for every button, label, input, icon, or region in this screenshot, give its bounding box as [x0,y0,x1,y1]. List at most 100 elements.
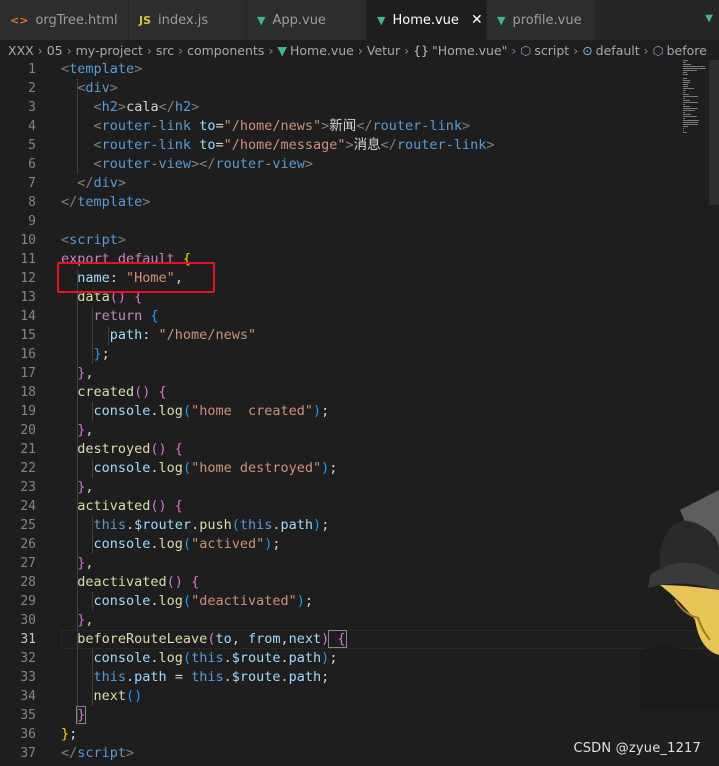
breadcrumb-item[interactable]: ⊙ default [582,43,639,58]
code-line[interactable]: 10 <script> [0,231,719,250]
breadcrumb-item[interactable]: {} "Home.vue" [413,43,507,58]
code-line[interactable]: 18 created() { [0,383,719,402]
code-token: script [77,745,127,761]
code-token: > [461,118,471,134]
breadcrumb-item[interactable]: src [156,43,174,58]
code-token: , [85,555,94,571]
code-line[interactable]: 19 console.log("home created"); [0,402,719,421]
minimap-line [683,128,684,129]
breadcrumb-item[interactable]: ▼ Home.vue [277,43,354,58]
code-token: > [117,175,127,191]
code-line[interactable]: 20 }, [0,421,719,440]
code-line[interactable]: 17 }, [0,364,719,383]
breadcrumb-item[interactable]: my-project [76,43,143,58]
code-token: 新闻 [329,118,357,134]
code-line[interactable]: 21 destroyed() { [0,440,719,459]
code-text: console.log(this.$route.path); [61,649,338,668]
cube-icon: ⬡ [520,42,532,58]
breadcrumb-label: "Home.vue" [432,42,508,58]
code-line[interactable]: 3 <h2>cala</h2> [0,98,719,117]
code-token: { [150,308,159,324]
line-number: 31 [20,632,36,647]
code-line[interactable]: 1 <template> [0,60,719,79]
breadcrumb-item[interactable]: Vetur [367,43,400,58]
code-line[interactable]: 4 <router-link to="/home/news">新闻</route… [0,117,719,136]
code-line[interactable]: 31 beforeRouteLeave(to, from,next) { [0,630,719,649]
breadcrumb-item[interactable]: ⬡ script [520,43,569,58]
close-tab-icon[interactable]: ✕ [471,12,483,28]
code-text: console.log("deactivated"); [61,592,314,611]
code-token: > [117,232,127,248]
minimap[interactable] [683,60,707,140]
code-line[interactable]: 5 <router-link to="/home/message">消息</ro… [0,136,719,155]
code-line[interactable]: 24 activated() { [0,497,719,516]
code-token: console [61,536,151,552]
tab-home-vue[interactable]: ▼ Home.vue ✕ [367,0,487,40]
tab-app-vue[interactable]: ▼ App.vue [247,0,367,40]
code-token: . [150,536,159,552]
method-icon: ⬡ [652,42,664,58]
code-line[interactable]: 6 <router-view></router-view> [0,155,719,174]
code-line[interactable]: 25 this.$router.push(this.path); [0,516,719,535]
code-line[interactable]: 26 console.log("actived"); [0,535,719,554]
code-line[interactable]: 27 }, [0,554,719,573]
code-line[interactable]: 34 next() [0,687,719,706]
vue-icon[interactable]: ▼ [705,11,713,26]
code-line[interactable]: 2 <div> [0,79,719,98]
code-token: </ [380,137,397,153]
code-line[interactable]: 14 return { [0,307,719,326]
code-token: < [61,61,70,77]
code-token: { [328,630,347,648]
code-token: > [134,61,143,77]
line-number: 18 [20,385,36,400]
code-token: ) [313,517,322,533]
line-number: 9 [28,214,36,229]
breadcrumb-label: 05 [46,42,63,58]
breadcrumb-item[interactable]: 05 [47,43,63,58]
tab-index-js[interactable]: JS index.js [129,0,247,40]
code-token: , [280,631,289,647]
line-number: 11 [20,252,36,267]
breadcrumb-item[interactable]: components [187,43,264,58]
code-text: this.$router.push(this.path); [61,516,330,535]
breadcrumb-item[interactable]: ⬡ before [653,43,707,58]
breadcrumb-label: Vetur [366,42,401,58]
code-token: from [247,631,281,647]
code-editor[interactable]: 1 <template> 2 <div> 3 <h2>cala</h2> 4 <rout… [0,60,719,766]
code-text: <router-link to="/home/message">消息</rout… [61,136,495,155]
code-line[interactable]: 28 deactivated() { [0,573,719,592]
code-line[interactable]: 35 } [0,706,719,725]
tab-orgtree-html[interactable]: <> orgTree.html [0,0,129,40]
line-number: 2 [28,81,36,96]
code-line[interactable]: 8 </template> [0,193,719,212]
code-line[interactable]: 22 console.log("home destroyed"); [0,459,719,478]
line-number: 22 [20,461,36,476]
code-line[interactable]: 7 </div> [0,174,719,193]
code-token: path [288,650,322,666]
code-line[interactable]: 23 }, [0,478,719,497]
code-line[interactable]: 16 }; [0,345,719,364]
code-token: ) [296,593,305,609]
code-token: ( [182,536,192,552]
code-token: this [191,650,224,666]
code-line[interactable]: 33 this.path = this.$route.path; [0,668,719,687]
code-line[interactable]: 32 console.log(this.$route.path); [0,649,719,668]
breadcrumb-item[interactable]: XXX [8,43,34,58]
line-number: 33 [20,670,36,685]
code-token: < [93,118,102,134]
code-token: } [61,365,86,381]
code-token: , [85,365,94,381]
tab-profile-vue[interactable]: ▼ profile.vue [487,0,596,40]
code-line[interactable]: 30 }, [0,611,719,630]
code-token: ; [329,650,338,666]
code-line[interactable]: 9 [0,212,719,231]
code-token: ) [313,403,322,419]
vertical-scrollbar[interactable] [709,60,719,205]
indent-guide [77,79,78,174]
code-token: 消息 [353,137,381,153]
code-token: , [85,612,94,628]
minimap-line [683,104,685,105]
code-line[interactable]: 29 console.log("deactivated"); [0,592,719,611]
code-token: script [69,232,118,248]
